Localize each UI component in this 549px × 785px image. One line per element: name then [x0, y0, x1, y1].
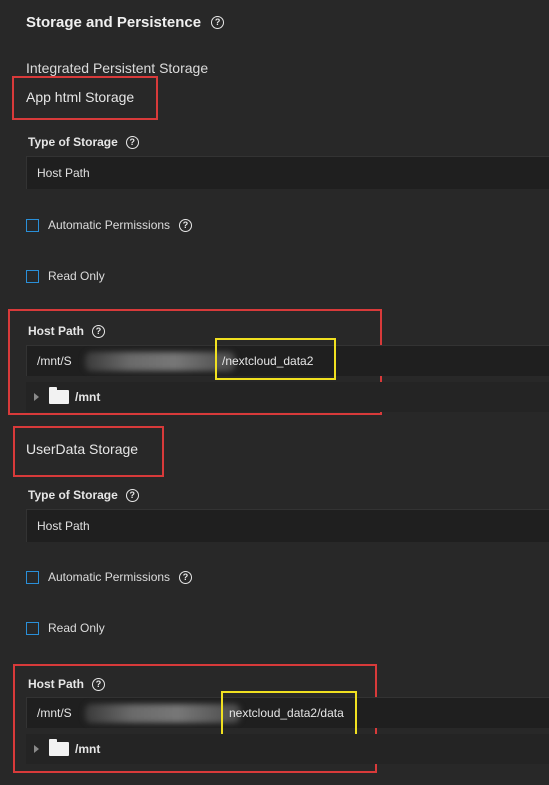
- label-text: Host Path: [28, 324, 85, 338]
- read-only-checkbox[interactable]: [26, 621, 39, 635]
- help-icon[interactable]: ?: [92, 677, 106, 691]
- group-title: UserData Storage: [26, 441, 139, 457]
- help-icon[interactable]: ?: [211, 16, 225, 29]
- help-icon[interactable]: ?: [125, 135, 139, 149]
- tree-label: /mnt: [75, 390, 101, 404]
- host-path-label: Host Path ?: [28, 677, 106, 691]
- host-path-prefix: /mnt/S: [37, 354, 72, 368]
- help-icon[interactable]: ?: [179, 218, 193, 232]
- folder-icon: [49, 387, 69, 404]
- tree-label: /mnt: [75, 742, 101, 756]
- checkbox-label: Automatic Permissions: [48, 570, 171, 584]
- checkbox-label: Read Only: [48, 621, 105, 635]
- host-path-label: Host Path ?: [28, 324, 106, 338]
- label-text: Type of Storage: [28, 135, 118, 149]
- select-value: Host Path: [37, 519, 90, 533]
- chevron-right-icon[interactable]: [34, 745, 39, 753]
- help-icon[interactable]: ?: [92, 324, 106, 338]
- automatic-permissions-checkbox[interactable]: [26, 570, 39, 584]
- read-only-row[interactable]: Read Only: [26, 621, 105, 635]
- read-only-row[interactable]: Read Only: [26, 269, 105, 283]
- redacted-blur: [85, 704, 240, 723]
- type-of-storage-select[interactable]: Host Path: [26, 509, 549, 542]
- section-title-text: Storage and Persistence: [26, 14, 202, 31]
- directory-tree-row[interactable]: /mnt: [26, 382, 549, 412]
- label-text: Type of Storage: [28, 488, 118, 502]
- label-text: Host Path: [28, 677, 85, 691]
- help-icon[interactable]: ?: [179, 570, 193, 584]
- type-of-storage-select[interactable]: Host Path: [26, 156, 549, 189]
- checkbox-label: Read Only: [48, 269, 105, 283]
- highlight-box: [221, 691, 357, 737]
- section-title: Storage and Persistence ?: [26, 14, 225, 31]
- read-only-checkbox[interactable]: [26, 269, 39, 283]
- folder-icon: [49, 739, 69, 756]
- group-title: App html Storage: [26, 89, 135, 105]
- redacted-blur: [85, 352, 235, 371]
- directory-tree-row[interactable]: /mnt: [26, 734, 549, 764]
- automatic-permissions-row[interactable]: Automatic Permissions ?: [26, 218, 193, 232]
- type-of-storage-label: Type of Storage ?: [28, 135, 139, 149]
- subtitle: Integrated Persistent Storage: [26, 60, 209, 76]
- checkbox-label: Automatic Permissions: [48, 218, 171, 232]
- automatic-permissions-checkbox[interactable]: [26, 218, 39, 232]
- chevron-right-icon[interactable]: [34, 393, 39, 401]
- automatic-permissions-row[interactable]: Automatic Permissions ?: [26, 570, 193, 584]
- select-value: Host Path: [37, 166, 90, 180]
- help-icon[interactable]: ?: [125, 488, 139, 502]
- highlight-box: [215, 338, 336, 380]
- type-of-storage-label: Type of Storage ?: [28, 488, 139, 502]
- host-path-prefix: /mnt/S: [37, 706, 72, 720]
